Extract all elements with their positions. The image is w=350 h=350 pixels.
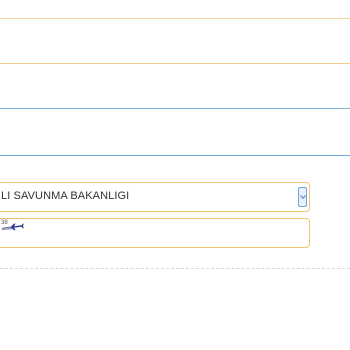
form-page: LI SAVUNMA BAKANLIGI 38 bbox=[0, 0, 350, 350]
institution-select-value: LI SAVUNMA BAKANLIGI bbox=[1, 190, 130, 202]
divider-line-dashed bbox=[0, 268, 350, 269]
divider-line bbox=[0, 108, 350, 109]
chevron-down-icon[interactable] bbox=[298, 187, 307, 207]
divider-line bbox=[0, 63, 350, 64]
divider-line bbox=[0, 18, 350, 19]
institution-select[interactable]: LI SAVUNMA BAKANLIGI bbox=[0, 182, 310, 212]
divider-line bbox=[0, 155, 350, 156]
aircraft-logo-icon bbox=[1, 223, 24, 231]
logo-image-field[interactable]: 38 bbox=[0, 218, 310, 248]
